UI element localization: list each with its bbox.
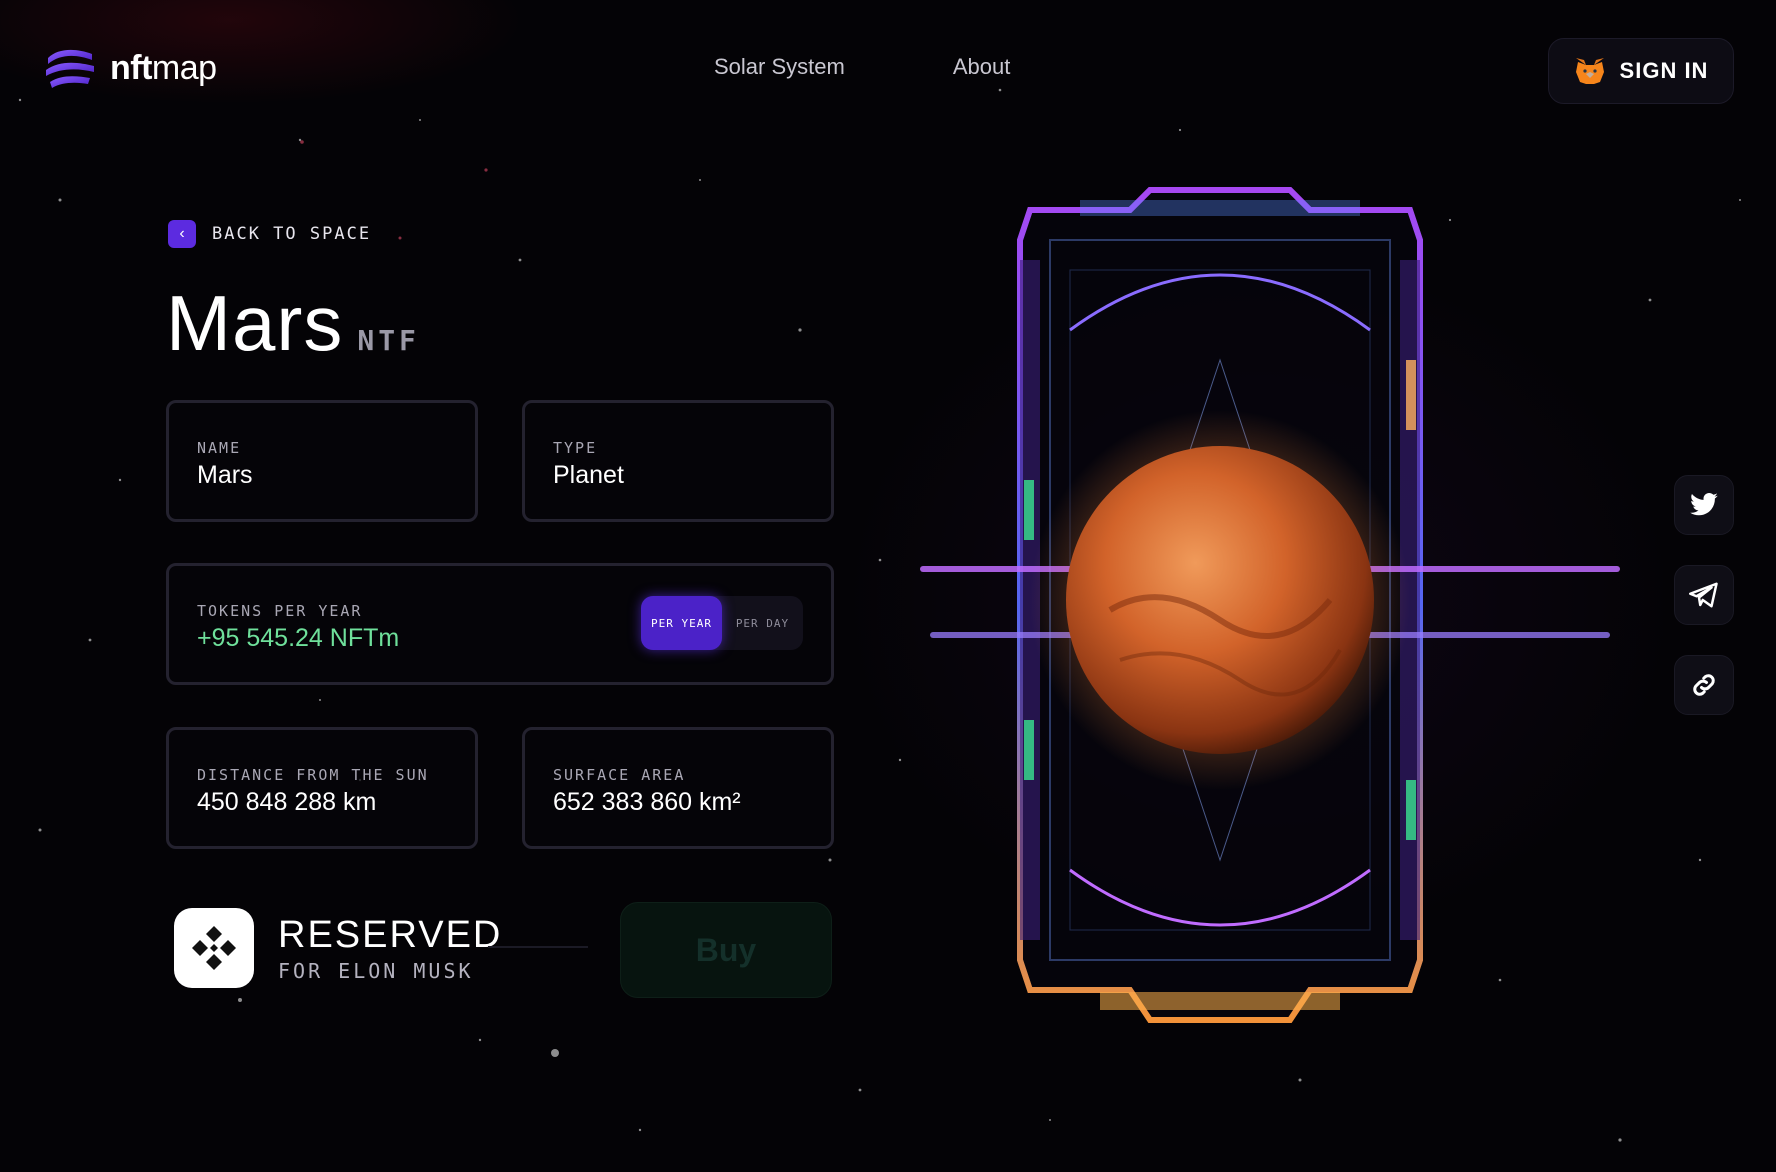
- buy-button[interactable]: Buy: [620, 902, 832, 998]
- page: nftmap Solar System About SIGN IN ‹ BACK…: [0, 0, 1776, 1172]
- planet-title-suffix: NTF: [357, 324, 420, 357]
- chevron-left-icon: ‹: [168, 220, 196, 248]
- per-day-toggle[interactable]: PER DAY: [722, 596, 803, 650]
- metamask-fox-icon: [1575, 58, 1604, 84]
- tokens-value: +95 545.24 NFTm: [197, 624, 400, 652]
- surface-label: SURFACE AREA: [553, 766, 686, 784]
- name-label: NAME: [197, 439, 242, 457]
- sign-in-label: SIGN IN: [1619, 58, 1709, 83]
- brand-name: nftmap: [110, 48, 217, 87]
- type-card: TYPE Planet: [522, 400, 834, 522]
- nav-solar-system[interactable]: Solar System: [714, 54, 845, 80]
- reserved-subtitle: FOR ELON MUSK: [278, 958, 474, 983]
- period-toggle: PER YEAR PER DAY: [641, 596, 803, 650]
- name-card: NAME Mars: [166, 400, 478, 522]
- reserved-title: RESERVED: [278, 913, 503, 956]
- link-icon: [1693, 674, 1715, 696]
- distance-card: DISTANCE FROM THE SUN 450 848 288 km: [166, 727, 478, 849]
- surface-card: SURFACE AREA 652 383 860 km²: [522, 727, 834, 849]
- type-value: Planet: [553, 461, 624, 489]
- per-year-toggle[interactable]: PER YEAR: [641, 596, 722, 650]
- top-nav: Solar System About: [714, 54, 1010, 80]
- binance-icon: [174, 908, 254, 988]
- tokens-label: TOKENS PER YEAR: [197, 602, 363, 620]
- back-to-space-link[interactable]: ‹ BACK TO SPACE: [168, 220, 371, 248]
- distance-label: DISTANCE FROM THE SUN: [197, 766, 429, 784]
- page-title: Mars NTF: [166, 278, 420, 369]
- telegram-button[interactable]: [1674, 565, 1734, 625]
- logo-icon: [46, 49, 94, 88]
- brand-logo[interactable]: nftmap: [42, 40, 217, 96]
- divider: [488, 946, 588, 948]
- twitter-button[interactable]: [1674, 475, 1734, 535]
- telegram-icon: [1689, 582, 1718, 608]
- back-label: BACK TO SPACE: [212, 224, 372, 244]
- name-value: Mars: [197, 461, 253, 489]
- reserved-status: RESERVED FOR ELON MUSK: [174, 908, 502, 988]
- nav-about[interactable]: About: [953, 54, 1011, 80]
- mars-nft-artwork: [920, 187, 1620, 1023]
- distance-value: 450 848 288 km: [197, 788, 377, 816]
- tokens-card: TOKENS PER YEAR +95 545.24 NFTm PER YEAR…: [166, 563, 834, 685]
- planet-title: Mars: [166, 279, 344, 367]
- copy-link-button[interactable]: [1674, 655, 1734, 715]
- surface-value: 652 383 860 km²: [553, 788, 741, 816]
- sign-in-button[interactable]: SIGN IN: [1548, 38, 1734, 104]
- twitter-icon: [1690, 493, 1718, 516]
- type-label: TYPE: [553, 439, 598, 457]
